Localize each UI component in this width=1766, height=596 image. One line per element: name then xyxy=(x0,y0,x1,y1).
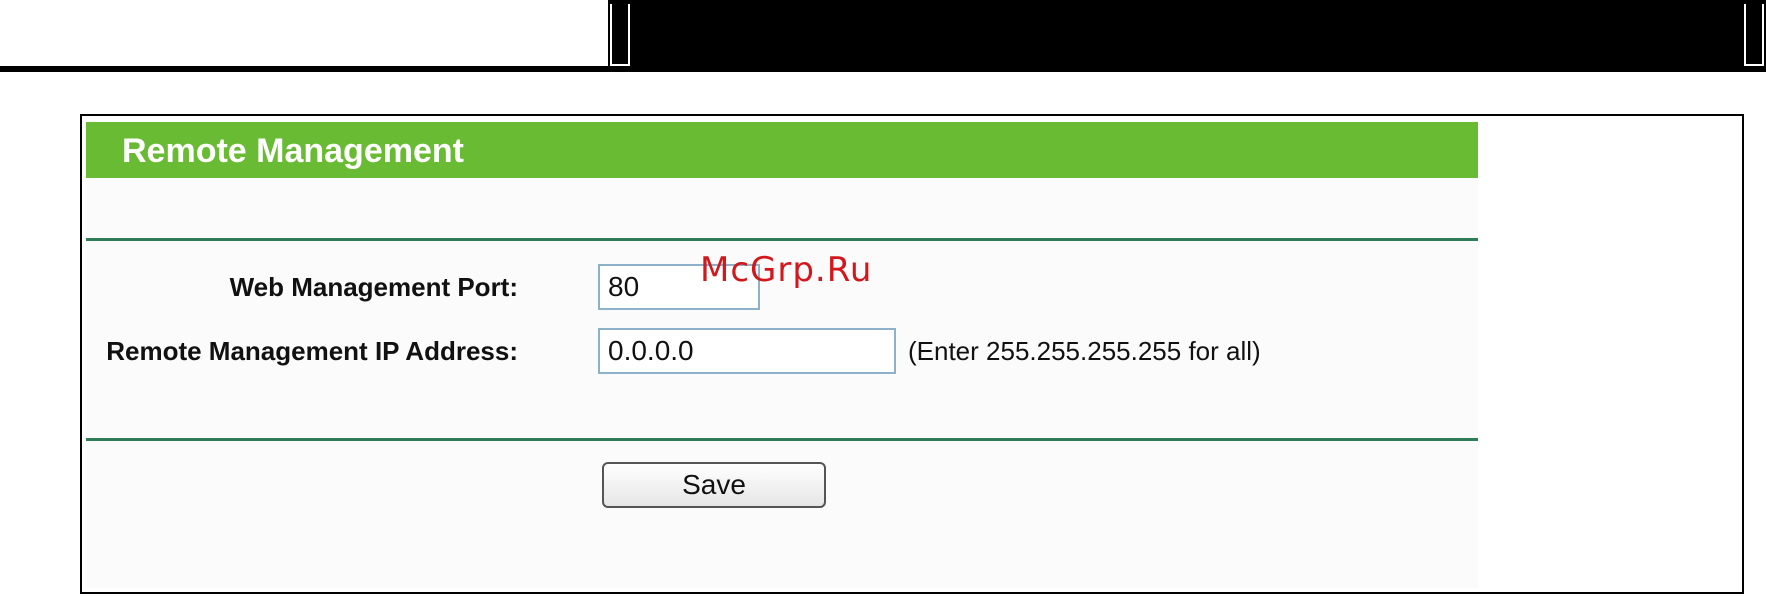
divider-top xyxy=(86,238,1478,241)
save-button[interactable]: Save xyxy=(602,462,826,508)
manual-page: Remote Management Web Management Port: R… xyxy=(0,0,1766,596)
panel-title-bar: Remote Management xyxy=(86,122,1478,178)
watermark: McGrp.Ru xyxy=(700,250,873,290)
divider-bottom xyxy=(86,438,1478,441)
header-rule xyxy=(0,66,630,72)
remote-management-ip-input[interactable] xyxy=(598,328,896,374)
remote-management-panel: Remote Management Web Management Port: R… xyxy=(86,122,1478,588)
screenshot-frame: Remote Management Web Management Port: R… xyxy=(80,114,1744,594)
ip-address-hint: (Enter 255.255.255.255 for all) xyxy=(908,336,1261,366)
remote-management-ip-label: Remote Management IP Address: xyxy=(106,336,518,366)
panel-title: Remote Management xyxy=(122,132,464,170)
header-notch-right xyxy=(1744,4,1764,66)
header-bar xyxy=(608,0,1766,72)
web-management-port-label: Web Management Port: xyxy=(229,272,518,302)
header-notch-left xyxy=(610,4,630,66)
